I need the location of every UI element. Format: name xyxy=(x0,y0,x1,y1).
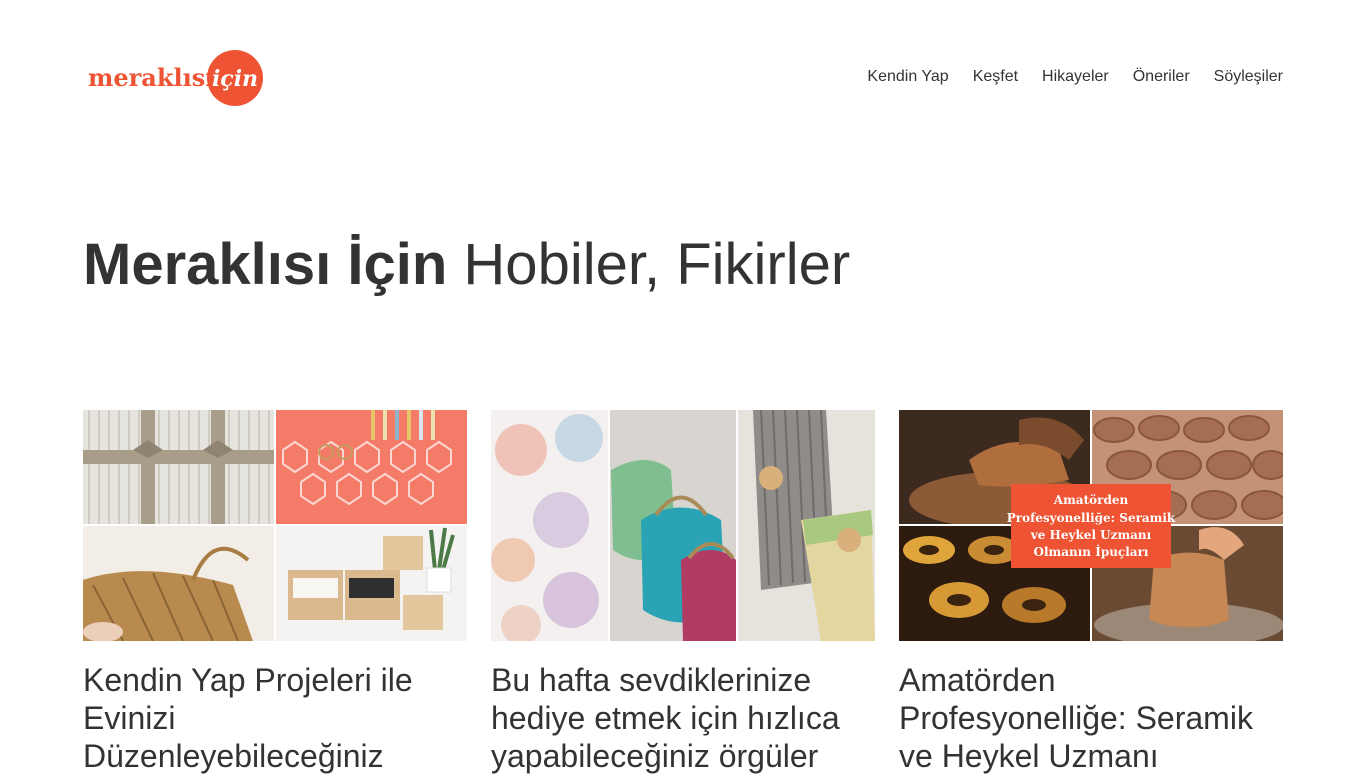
site-header: meraklısı için Kendin Yap Keşfet Hikayel… xyxy=(0,0,1366,155)
svg-text:Olmanın İpuçları: Olmanın İpuçları xyxy=(1034,544,1149,559)
nav-item-kesfet[interactable]: Keşfet xyxy=(973,67,1018,87)
page-title: Meraklısı İçin Hobiler, Fikirler xyxy=(83,228,850,302)
article-title[interactable]: Kendin Yap Projeleri ile Evinizi Düzenle… xyxy=(83,661,467,775)
logo-wordmark: meraklısı xyxy=(88,63,214,92)
article-image-pottery[interactable]: Amatörden Profesyonelliğe: Seramik ve He… xyxy=(899,410,1283,641)
page-title-strong: Meraklısı İçin xyxy=(83,232,448,297)
article-image-knitting[interactable] xyxy=(491,410,875,641)
nav-item-hikayeler[interactable]: Hikayeler xyxy=(1042,67,1109,87)
main-nav: Kendin Yap Keşfet Hikayeler Öneriler Söy… xyxy=(867,67,1283,87)
article-card[interactable]: Amatörden Profesyonelliğe: Seramik ve He… xyxy=(899,410,1283,775)
logo-badge-text: için xyxy=(212,66,258,92)
svg-text:Profesyonelliğe: Seramik: Profesyonelliğe: Seramik xyxy=(1007,511,1176,525)
article-title[interactable]: Amatörden Profesyonelliğe: Seramik ve He… xyxy=(899,661,1283,775)
article-card[interactable]: Kendin Yap Projeleri ile Evinizi Düzenle… xyxy=(83,410,467,775)
article-card[interactable]: Bu hafta sevdiklerinize hediye etmek içi… xyxy=(491,410,875,775)
svg-text:Amatörden: Amatörden xyxy=(1053,493,1129,507)
site-logo[interactable]: meraklısı için xyxy=(86,48,266,108)
nav-item-kendin-yap[interactable]: Kendin Yap xyxy=(867,67,948,87)
article-title[interactable]: Bu hafta sevdiklerinize hediye etmek içi… xyxy=(491,661,875,775)
svg-text:ve Heykel Uzmanı: ve Heykel Uzmanı xyxy=(1030,528,1152,542)
article-image-diy[interactable] xyxy=(83,410,467,641)
page-title-light: Hobiler, Fikirler xyxy=(463,232,851,297)
nav-item-soylesiler[interactable]: Söyleşiler xyxy=(1214,67,1283,87)
nav-item-oneriler[interactable]: Öneriler xyxy=(1133,67,1190,87)
article-grid: Kendin Yap Projeleri ile Evinizi Düzenle… xyxy=(83,410,1283,775)
